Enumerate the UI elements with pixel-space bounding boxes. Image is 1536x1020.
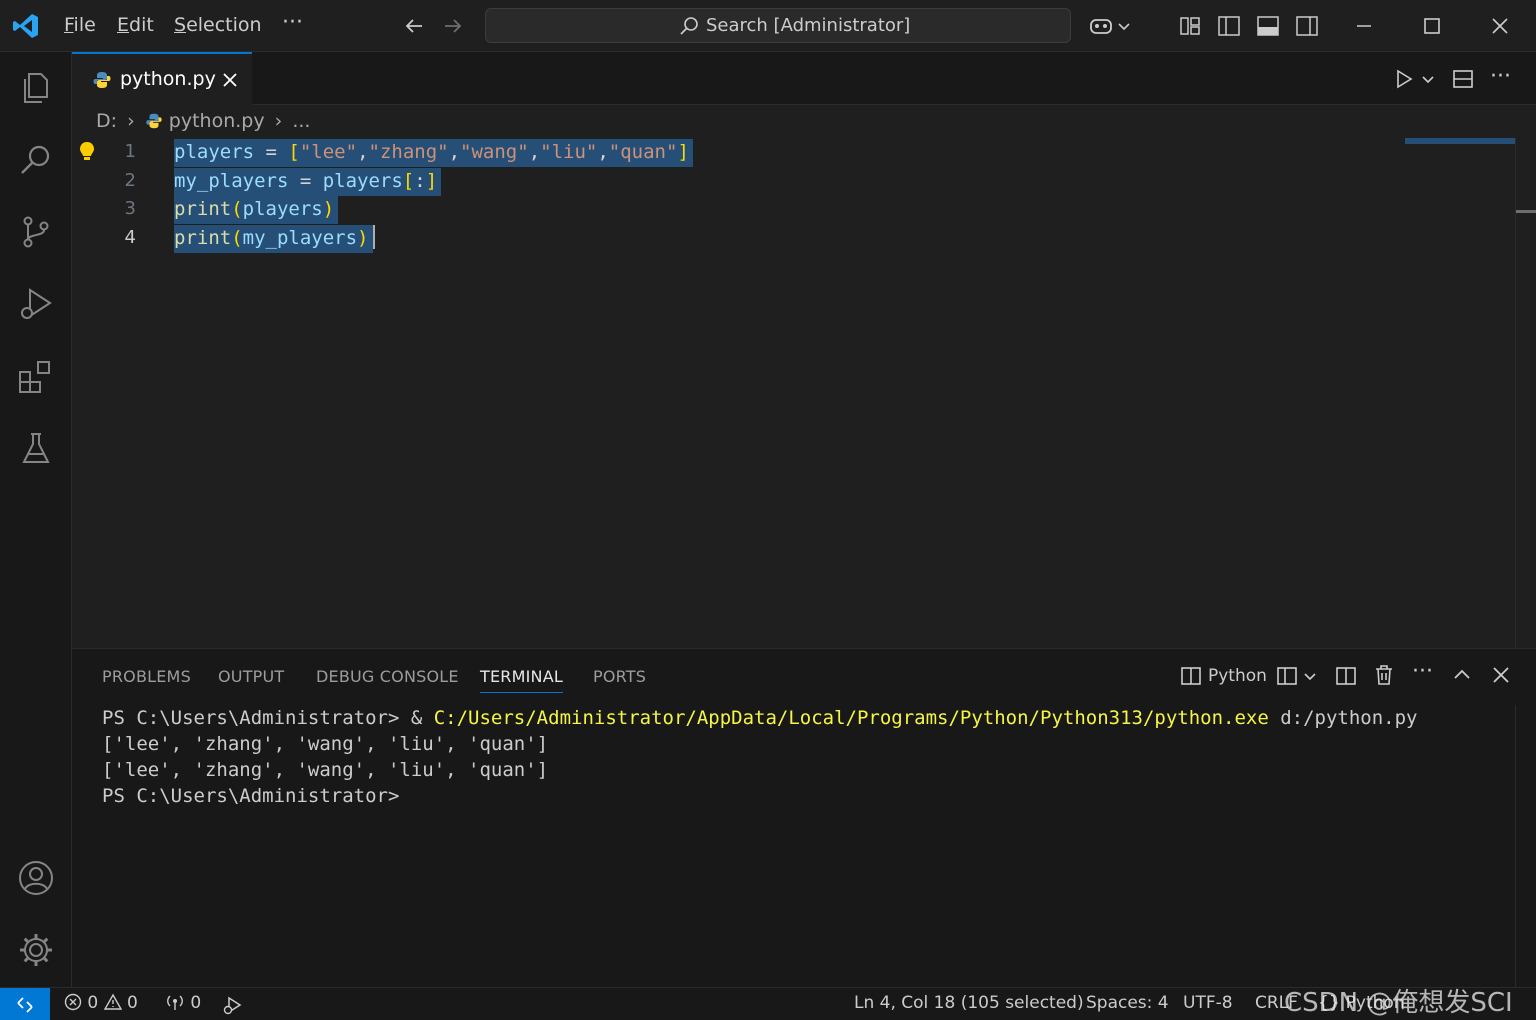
code-line: 2 my_players = players[:] <box>72 167 1536 196</box>
maximize-panel-chevron-up-icon[interactable] <box>1452 665 1472 685</box>
menu-more[interactable]: ··· <box>282 10 303 35</box>
customize-layout-icon[interactable] <box>1178 14 1202 38</box>
copilot-icon[interactable] <box>1088 14 1114 38</box>
terminal-scrollbar[interactable] <box>1515 705 1516 988</box>
code-line: 1 players = ["lee","zhang","wang","liu",… <box>72 138 1536 167</box>
minimize-icon[interactable] <box>1352 14 1376 38</box>
source-control-icon[interactable] <box>16 212 56 252</box>
testing-icon[interactable] <box>16 428 56 468</box>
run-python-file-icon[interactable] <box>1394 68 1414 90</box>
code-editor[interactable]: 1 players = ["lee","zhang","wang","liu",… <box>72 138 1536 648</box>
settings-gear-icon[interactable] <box>16 930 56 970</box>
new-terminal-layout-icon[interactable] <box>1276 665 1298 687</box>
terminal-line: PS C:\Users\Administrator> <box>102 785 400 807</box>
remote-indicator[interactable] <box>0 988 50 1020</box>
status-bar: 0 0 0 Ln 4, Col 18 (105 selected) Spaces… <box>0 987 1536 1020</box>
toggle-panel-icon[interactable] <box>1256 14 1280 38</box>
terminal-chevron-down-icon[interactable] <box>1302 667 1318 685</box>
tab-debug-console[interactable]: DEBUG CONSOLE <box>316 667 459 686</box>
accounts-icon[interactable] <box>16 858 56 898</box>
tab-python-py[interactable]: python.py <box>72 52 252 105</box>
run-options-chevron-icon[interactable] <box>1420 70 1436 88</box>
warning-icon <box>103 993 122 1010</box>
activity-bar <box>0 52 72 987</box>
ports-status[interactable]: 0 <box>165 993 201 1013</box>
scrollbar-track[interactable] <box>1515 138 1516 648</box>
error-icon <box>64 993 82 1011</box>
breadcrumb: D: › python.py › ... <box>96 110 310 132</box>
code-line-text: print(players) <box>174 195 339 224</box>
menu-edit[interactable]: Edit <box>117 14 154 36</box>
chevron-right-icon: › <box>274 110 283 132</box>
line-number: 3 <box>124 198 136 219</box>
tab-terminal[interactable]: TERMINAL <box>480 667 563 693</box>
search-view-icon[interactable] <box>16 140 56 180</box>
code-line-text: print(my_players) <box>174 224 375 253</box>
problems-status[interactable]: 0 0 <box>64 993 138 1013</box>
terminal-line: PS C:\Users\Administrator> & C:/Users/Ad… <box>102 707 1418 729</box>
remote-icon <box>17 997 33 1013</box>
line-number: 2 <box>124 170 136 191</box>
debug-launch-icon[interactable] <box>221 994 243 1016</box>
editor-tab-bar: python.py ··· <box>72 52 1536 105</box>
extensions-icon[interactable] <box>16 356 56 396</box>
terminal-output[interactable]: PS C:\Users\Administrator> & C:/Users/Ad… <box>102 705 1418 809</box>
search-icon <box>680 17 698 35</box>
vscode-logo-icon <box>13 14 38 38</box>
code-line-text: my_players = players[:] <box>174 167 442 196</box>
tab-problems[interactable]: PROBLEMS <box>102 667 191 686</box>
command-center-search[interactable]: Search [Administrator] <box>485 8 1071 43</box>
chevron-right-icon: › <box>127 110 135 132</box>
maximize-icon[interactable] <box>1420 14 1444 38</box>
breadcrumb-file[interactable]: python.py <box>169 110 265 132</box>
toggle-primary-sidebar-icon[interactable] <box>1217 14 1241 38</box>
code-line: 3 print(players) <box>72 195 1536 224</box>
close-panel-icon[interactable] <box>1491 665 1511 685</box>
text-cursor <box>372 225 375 249</box>
split-terminal-icon[interactable] <box>1335 665 1357 687</box>
code-line: 4 print(my_players) <box>72 224 1536 253</box>
encoding[interactable]: UTF-8 <box>1183 993 1233 1013</box>
breadcrumb-more[interactable]: ... <box>292 110 310 132</box>
python-file-icon <box>146 113 162 129</box>
close-tab-icon[interactable] <box>222 72 238 88</box>
breadcrumb-drive[interactable]: D: <box>96 110 117 132</box>
chevron-down-icon[interactable] <box>1116 14 1132 38</box>
terminal-split-indicator-icon <box>1181 667 1201 685</box>
terminal-line: ['lee', 'zhang', 'wang', 'liu', 'quan'] <box>102 733 549 755</box>
overview-ruler-marker <box>1516 210 1536 213</box>
close-window-icon[interactable] <box>1488 14 1512 38</box>
menu-selection[interactable]: Selection <box>174 14 262 36</box>
line-number: 1 <box>124 141 136 162</box>
explorer-icon[interactable] <box>16 68 56 108</box>
minimap-selection[interactable] <box>1405 138 1515 144</box>
tab-label: python.py <box>120 68 216 90</box>
broadcast-icon <box>167 995 183 1010</box>
panel-more-actions[interactable]: ··· <box>1412 659 1433 684</box>
run-and-debug-icon[interactable] <box>16 284 56 324</box>
cursor-position[interactable]: Ln 4, Col 18 (105 selected) <box>854 993 1084 1013</box>
editor-more-actions[interactable]: ··· <box>1490 64 1511 89</box>
terminal-shell-label[interactable]: Python <box>1208 666 1267 686</box>
arrow-right-icon[interactable] <box>441 14 465 38</box>
watermark: CSDN @俺想发SCI <box>1284 988 1513 1018</box>
tab-output[interactable]: OUTPUT <box>218 667 284 686</box>
bottom-panel: PROBLEMS OUTPUT DEBUG CONSOLE TERMINAL P… <box>72 648 1536 988</box>
split-editor-icon[interactable] <box>1452 68 1474 90</box>
line-number: 4 <box>124 227 136 248</box>
python-file-icon <box>93 72 111 88</box>
code-line-text: players = ["lee","zhang","wang","liu","q… <box>174 138 693 167</box>
title-bar: File Edit Selection ··· Search [Administ… <box>0 0 1536 52</box>
search-placeholder: Search [Administrator] <box>706 15 911 36</box>
tab-ports[interactable]: PORTS <box>593 667 646 686</box>
toggle-secondary-sidebar-icon[interactable] <box>1295 14 1319 38</box>
indentation[interactable]: Spaces: 4 <box>1086 993 1169 1013</box>
terminal-line: ['lee', 'zhang', 'wang', 'liu', 'quan'] <box>102 759 549 781</box>
arrow-left-icon[interactable] <box>402 14 426 38</box>
menu-file[interactable]: File <box>64 14 96 36</box>
trash-icon[interactable] <box>1373 663 1395 687</box>
